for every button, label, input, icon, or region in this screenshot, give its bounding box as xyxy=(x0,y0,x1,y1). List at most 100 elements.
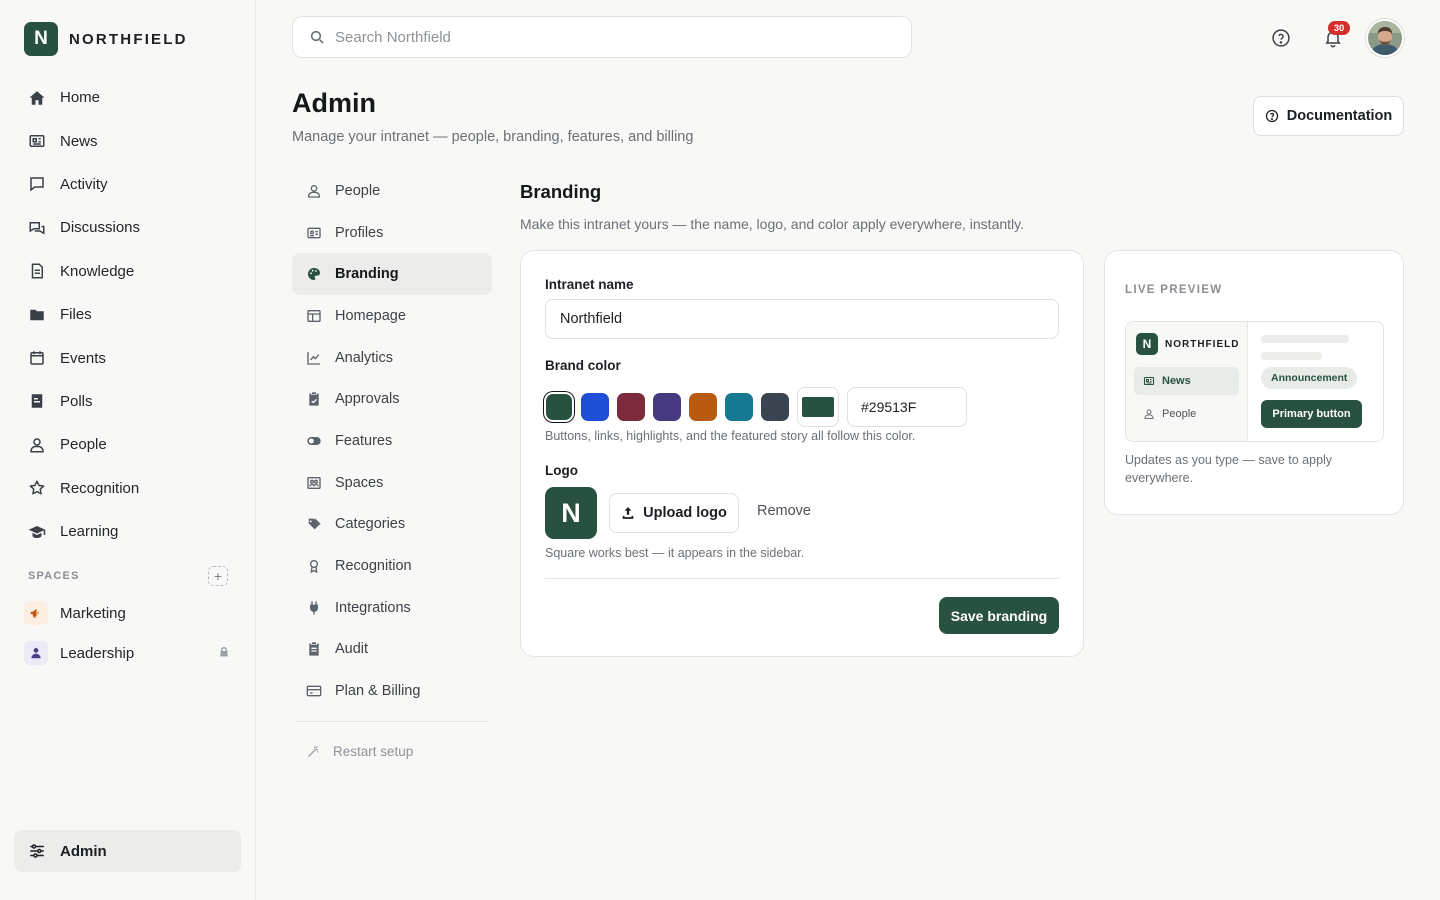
color-swatch-7[interactable] xyxy=(761,393,789,421)
admin-tab-audit[interactable]: Audit xyxy=(292,629,492,671)
brand-mark: N xyxy=(24,22,58,56)
color-picker[interactable] xyxy=(797,387,839,427)
megaphone-icon xyxy=(29,606,43,620)
preview-placeholder-line xyxy=(1261,335,1349,343)
palette-icon xyxy=(306,266,322,282)
brand-logo[interactable]: N NORTHFIELD xyxy=(24,22,188,56)
nav-label: Discussions xyxy=(60,219,141,237)
nav-label: Events xyxy=(60,349,106,367)
color-swatch-4[interactable] xyxy=(653,393,681,421)
nav-item-discussions[interactable]: Discussions xyxy=(14,206,241,249)
search-bar[interactable] xyxy=(292,16,912,58)
spaces-title: SPACES xyxy=(28,570,80,582)
nav-label: Admin xyxy=(60,842,107,860)
credit-card-icon xyxy=(306,683,322,699)
poll-icon xyxy=(28,392,46,410)
nav-item-files[interactable]: Files xyxy=(14,293,241,336)
space-label: Marketing xyxy=(60,604,126,622)
admin-tab-features[interactable]: Features xyxy=(292,420,492,462)
remove-logo-button[interactable]: Remove xyxy=(757,503,811,519)
help-icon[interactable] xyxy=(1271,28,1291,48)
color-swatch-5[interactable] xyxy=(689,393,717,421)
admin-tab-profiles[interactable]: Profiles xyxy=(292,212,492,254)
color-swatch-2[interactable] xyxy=(581,393,609,421)
card-divider xyxy=(545,578,1059,579)
admin-tab-label: People xyxy=(335,182,381,199)
notification-badge: 30 xyxy=(1328,21,1350,35)
nav-label: Recognition xyxy=(60,479,140,497)
preview-main: Announcement Primary button xyxy=(1249,322,1383,441)
nav-item-knowledge[interactable]: Knowledge xyxy=(14,250,241,293)
branding-card: Intranet name Brand color Buttons, links… xyxy=(520,250,1084,657)
live-preview-card: LIVE PREVIEW N NORTHFIELD News People An… xyxy=(1104,250,1404,515)
preview-nav-label: News xyxy=(1162,375,1191,387)
brand-color-label: Brand color xyxy=(545,358,621,373)
nav-item-activity[interactable]: Activity xyxy=(14,163,241,206)
color-swatch-3[interactable] xyxy=(617,393,645,421)
nav-item-learning[interactable]: Learning xyxy=(14,510,241,553)
avatar[interactable] xyxy=(1366,19,1404,57)
nav-item-home[interactable]: Home xyxy=(14,76,241,119)
admin-tab-label: Features xyxy=(335,432,393,449)
admin-subnav: People Profiles Branding Homepage Analyt… xyxy=(292,170,492,712)
nav-label: Knowledge xyxy=(60,262,135,280)
preview-placeholder-line xyxy=(1261,352,1322,360)
admin-tab-label: Audit xyxy=(335,641,369,658)
nav-item-admin[interactable]: Admin xyxy=(14,830,241,872)
admin-tab-people[interactable]: People xyxy=(292,170,492,212)
nav-item-people[interactable]: People xyxy=(14,423,241,466)
live-preview-title: LIVE PREVIEW xyxy=(1125,284,1223,296)
upload-logo-label: Upload logo xyxy=(643,505,727,521)
preview-nav-news: News xyxy=(1134,367,1239,395)
nav-item-recognition[interactable]: Recognition xyxy=(14,467,241,510)
preview-brand-mark: N xyxy=(1136,333,1158,355)
logo-label: Logo xyxy=(545,463,578,478)
brand-color-help: Buttons, links, highlights, and the feat… xyxy=(545,429,916,443)
admin-tab-label: Plan & Billing xyxy=(335,683,421,700)
nav-label: Learning xyxy=(60,523,119,541)
space-item-leadership[interactable]: Leadership xyxy=(24,635,234,671)
sliders-icon xyxy=(28,842,46,860)
logo-preview: N xyxy=(545,487,597,539)
newspaper-icon xyxy=(1143,375,1162,387)
brand-name: NORTHFIELD xyxy=(69,30,188,48)
space-item-marketing[interactable]: Marketing xyxy=(24,595,234,631)
admin-tab-integrations[interactable]: Integrations xyxy=(292,587,492,629)
award-icon xyxy=(306,558,322,574)
upload-icon xyxy=(621,506,643,520)
lock-icon xyxy=(218,646,230,658)
page-title: Admin xyxy=(292,88,376,118)
admin-tab-categories[interactable]: Categories xyxy=(292,504,492,546)
upload-logo-button[interactable]: Upload logo xyxy=(609,493,739,533)
intranet-name-input[interactable] xyxy=(545,299,1059,339)
help-circle-icon xyxy=(1265,109,1287,123)
nav-item-events[interactable]: Events xyxy=(14,336,241,379)
restart-setup-link[interactable]: Restart setup xyxy=(306,744,413,759)
admin-tab-branding[interactable]: Branding xyxy=(292,253,492,296)
documentation-button[interactable]: Documentation xyxy=(1253,96,1404,136)
preview-sidebar: N NORTHFIELD News People xyxy=(1126,322,1248,441)
nav-label: Activity xyxy=(60,175,108,193)
search-input[interactable] xyxy=(335,28,855,46)
admin-tab-label: Approvals xyxy=(335,391,400,408)
page-subtitle: Manage your intranet — people, branding,… xyxy=(292,129,694,145)
nav-label: News xyxy=(60,132,98,150)
admin-tab-spaces[interactable]: Spaces xyxy=(292,462,492,504)
color-swatch-6[interactable] xyxy=(725,393,753,421)
folder-icon xyxy=(28,306,46,324)
admin-tab-approvals[interactable]: Approvals xyxy=(292,378,492,420)
hex-color-input[interactable] xyxy=(847,387,967,427)
admin-tab-analytics[interactable]: Analytics xyxy=(292,337,492,379)
nav-item-polls[interactable]: Polls xyxy=(14,380,241,423)
save-branding-button[interactable]: Save branding xyxy=(939,597,1059,634)
user-icon xyxy=(306,183,322,199)
id-card-icon xyxy=(306,225,322,241)
admin-tab-plan-billing[interactable]: Plan & Billing xyxy=(292,670,492,712)
preview-nav-label: People xyxy=(1162,408,1197,420)
magic-wand-icon xyxy=(306,744,333,759)
nav-item-news[interactable]: News xyxy=(14,119,241,162)
add-space-button[interactable]: + xyxy=(208,566,228,586)
color-swatch-1[interactable] xyxy=(546,394,572,420)
admin-tab-homepage[interactable]: Homepage xyxy=(292,295,492,337)
admin-tab-recognition[interactable]: Recognition xyxy=(292,545,492,587)
